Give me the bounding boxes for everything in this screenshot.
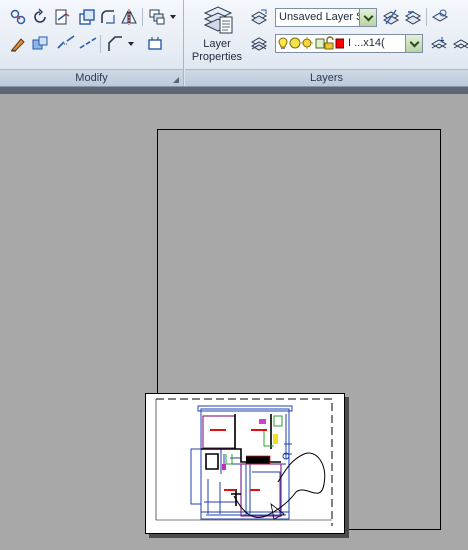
copy-button[interactable]	[77, 7, 97, 27]
trim-icon	[55, 9, 70, 25]
erase-icon	[11, 38, 25, 52]
layer-isolate-button[interactable]	[430, 7, 450, 27]
offset-icon	[148, 37, 162, 50]
current-layer-dropdown[interactable]: I ...x14(	[275, 34, 423, 53]
layer-freeze-icon	[452, 39, 468, 49]
layer-state-dropdown[interactable]: Unsaved Layer S	[275, 8, 377, 27]
layer-walk-button[interactable]	[429, 34, 449, 54]
array-button[interactable]	[147, 7, 167, 27]
move-icon	[10, 9, 26, 25]
drawing-canvas[interactable]	[0, 94, 468, 550]
move-button[interactable]	[8, 7, 28, 27]
modify-panel-launcher[interactable]	[173, 77, 179, 83]
separator	[142, 8, 143, 26]
modify-panel-title: Modify	[0, 69, 183, 86]
chevron-down-icon[interactable]	[359, 9, 376, 26]
layer-freeze-button[interactable]	[451, 34, 468, 54]
join-icon	[79, 37, 97, 49]
layers-panel: Layer Properties Unsaved Layer S I ...x1…	[185, 0, 468, 86]
layer-status-icons	[278, 36, 344, 50]
chevron-down-icon[interactable]	[405, 35, 422, 52]
layer-properties-button[interactable]: Layer Properties	[189, 2, 245, 66]
separator	[426, 8, 427, 26]
layer-properties-label-line2: Properties	[191, 51, 243, 63]
fillet-button[interactable]	[98, 7, 118, 27]
separator	[100, 35, 101, 53]
layer-previous-button[interactable]	[403, 7, 423, 27]
rotate-button[interactable]	[30, 7, 50, 27]
mirror-icon	[121, 9, 137, 25]
modify-panel: Modify	[0, 0, 184, 86]
chamfer-dropdown-button[interactable]	[127, 34, 135, 54]
layer-state-value: Unsaved Layer S	[279, 11, 364, 23]
fillet-icon	[101, 10, 115, 24]
layer-previous-icon	[404, 11, 422, 25]
break-button[interactable]	[56, 34, 76, 54]
layer-state-icon	[250, 9, 268, 25]
layer-stack-icon	[250, 37, 268, 51]
explode-button[interactable]	[30, 34, 50, 54]
chamfer-icon	[108, 36, 122, 51]
trim-button[interactable]	[52, 7, 72, 27]
layer-match-button[interactable]	[381, 7, 401, 27]
array-icon	[149, 9, 165, 25]
current-layer-value: I ...x14(	[348, 37, 385, 49]
rotate-icon	[34, 8, 46, 23]
join-button[interactable]	[78, 34, 98, 54]
chamfer-button[interactable]	[105, 34, 125, 54]
layer-isolate-icon	[431, 9, 449, 22]
layer-properties-icon	[203, 6, 233, 34]
layer-properties-label-line1: Layer	[203, 38, 231, 50]
mirror-button[interactable]	[119, 7, 139, 27]
erase-button[interactable]	[8, 34, 28, 54]
copy-icon	[79, 9, 95, 25]
offset-button[interactable]	[145, 34, 165, 54]
break-icon	[57, 35, 75, 49]
layers-panel-title: Layers	[185, 69, 468, 86]
floor-plan-drawing	[155, 398, 333, 526]
layer-walk-icon	[430, 37, 448, 49]
layer-match-icon	[382, 9, 400, 25]
array-dropdown-button[interactable]	[169, 7, 177, 27]
paper-sheet[interactable]	[145, 393, 345, 534]
make-current-layer-button[interactable]	[249, 34, 269, 54]
ribbon-divider	[0, 87, 468, 94]
layer-state-manager-button[interactable]	[249, 7, 269, 27]
explode-icon	[32, 36, 48, 50]
layer-color-swatch	[335, 38, 344, 49]
ribbon: Modify Layer Properties Unsaved Layer S	[0, 0, 468, 87]
